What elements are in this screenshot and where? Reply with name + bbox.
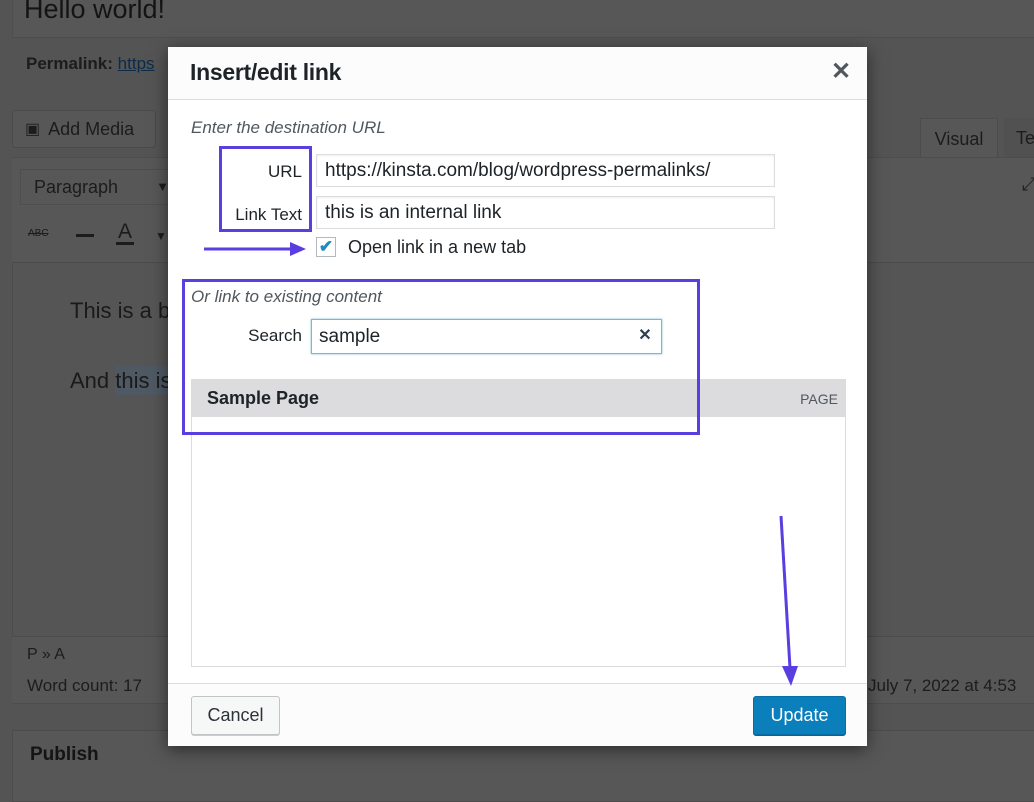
annotation-box-url-fields <box>219 146 312 232</box>
permalink-link[interactable]: https <box>118 54 155 73</box>
add-media-label: Add Media <box>48 118 135 139</box>
permalink-label: Permalink: <box>26 54 113 73</box>
new-tab-label: Open link in a new tab <box>348 237 527 257</box>
format-select[interactable]: Paragraph ▼ <box>20 169 170 205</box>
tab-text[interactable]: Te <box>1004 118 1034 158</box>
element-path: P » A <box>27 646 65 663</box>
dialog-footer: Cancel Update <box>168 683 867 746</box>
content-paragraph-1: This is a b <box>70 298 171 323</box>
content-text: And <box>70 368 116 393</box>
destination-url-label: Enter the destination URL <box>191 118 386 137</box>
content-paragraph-2: And this is <box>70 366 172 395</box>
publish-title: Publish <box>30 744 99 765</box>
post-title: Hello world! <box>24 0 166 24</box>
strikethrough-icon[interactable]: ABC <box>28 228 49 239</box>
cancel-button[interactable]: Cancel <box>191 696 280 735</box>
tab-visual[interactable]: Visual <box>920 118 998 159</box>
url-input[interactable] <box>316 154 775 187</box>
annotation-box-existing-content <box>182 279 700 435</box>
close-icon[interactable]: ✕ <box>829 57 853 87</box>
last-edited: July 7, 2022 at 4:53 <box>868 676 1017 695</box>
link-text-input[interactable] <box>316 196 775 229</box>
update-button[interactable]: Update <box>753 696 846 735</box>
dialog-title: Insert/edit link <box>190 59 342 85</box>
post-title-field[interactable] <box>12 0 1034 38</box>
text-color-caret-icon[interactable]: ▼ <box>155 229 167 243</box>
result-type: PAGE <box>800 390 838 407</box>
fullscreen-icon[interactable]: ⤢ <box>1022 174 1034 195</box>
new-tab-checkbox[interactable]: ✔ <box>316 237 336 257</box>
content-link-highlight: this is <box>115 366 172 395</box>
horizontal-line-icon[interactable] <box>76 234 94 237</box>
dialog-header: Insert/edit link ✕ <box>168 47 867 100</box>
word-count: Word count: 17 <box>27 676 142 695</box>
checkmark-icon: ✔ <box>318 237 334 256</box>
permalink: Permalink: https <box>26 54 155 74</box>
media-icon: ▣ <box>25 121 41 138</box>
format-select-value: Paragraph <box>34 177 119 197</box>
add-media-button[interactable]: ▣ Add Media <box>12 110 156 148</box>
text-color-icon[interactable]: A <box>116 221 135 245</box>
